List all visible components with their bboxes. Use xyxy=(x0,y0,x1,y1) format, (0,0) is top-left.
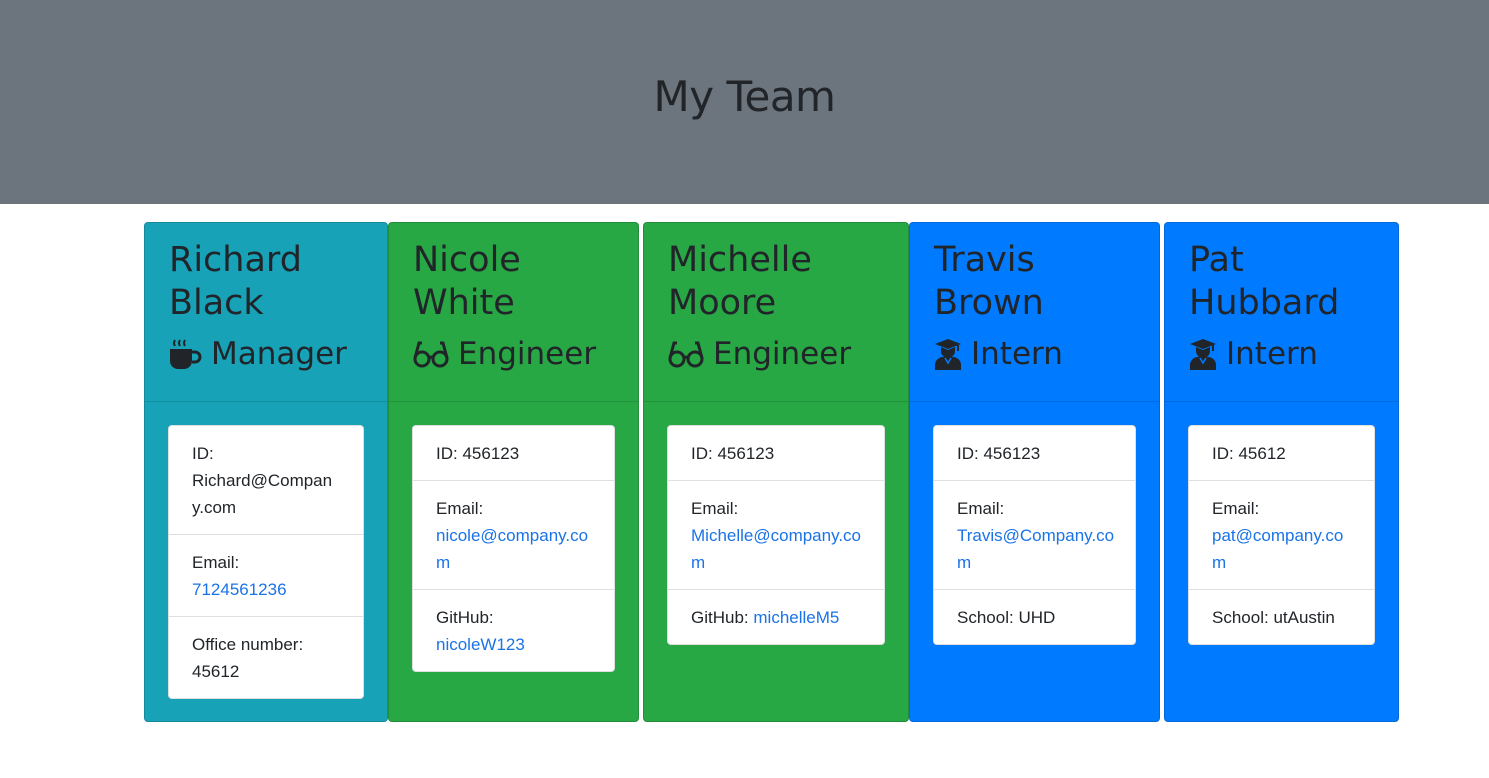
school-row: School: utAustin xyxy=(1189,590,1374,644)
employee-role: Intern xyxy=(934,336,1139,372)
employee-card-engineer: Nicole White Engineer ID: 456123 Email: n… xyxy=(388,222,639,722)
email-link[interactable]: 7124561236 xyxy=(192,580,287,599)
id-value: 456123 xyxy=(462,444,520,463)
github-row: GitHub: michelleM5 xyxy=(668,590,884,644)
office-number-label: Office number: xyxy=(192,635,304,654)
glasses-icon xyxy=(413,339,449,369)
employee-card-intern: Travis Brown Intern ID: 456123 Email: Tra… xyxy=(909,222,1160,722)
email-label: Email: xyxy=(192,553,240,572)
email-link[interactable]: nicole@company.com xyxy=(436,526,588,572)
employee-role: Manager xyxy=(169,336,367,372)
github-row: GitHub: nicoleW123 xyxy=(413,590,614,671)
employee-name: Pat Hubbard xyxy=(1189,240,1340,323)
github-label: GitHub: xyxy=(691,608,749,627)
card-header: Nicole White Engineer xyxy=(389,223,638,402)
email-label: Email: xyxy=(691,499,739,518)
page-header: My Team xyxy=(0,0,1489,204)
email-row: Email: Michelle@company.com xyxy=(668,481,884,590)
card-header: Michelle Moore Engineer xyxy=(644,223,908,402)
graduate-icon xyxy=(934,338,962,370)
card-body: ID: 456123 Email: Travis@Company.com Scho… xyxy=(910,402,1159,645)
github-label: GitHub: xyxy=(436,608,494,627)
email-label: Email: xyxy=(436,499,484,518)
id-row: ID: 45612 xyxy=(1189,426,1374,481)
id-value: 45612 xyxy=(1238,444,1286,463)
card-body: ID: 45612 Email: pat@company.com School: … xyxy=(1165,402,1398,645)
id-value: 456123 xyxy=(717,444,775,463)
email-label: Email: xyxy=(957,499,1005,518)
github-link[interactable]: michelleM5 xyxy=(753,608,839,627)
employee-name: Travis Brown xyxy=(934,240,1044,323)
id-label: ID: xyxy=(691,444,713,463)
employee-card-engineer: Michelle Moore Engineer ID: 456123 Email… xyxy=(643,222,909,722)
role-label: Manager xyxy=(211,336,347,372)
employee-card-intern: Pat Hubbard Intern ID: 45612 Email: pat@c… xyxy=(1164,222,1399,722)
glasses-icon xyxy=(668,339,704,369)
employee-details: ID: 456123 Email: nicole@company.com GitH… xyxy=(412,425,615,672)
employee-details: ID: Richard@Company.com Email: 7124561236 … xyxy=(168,425,364,699)
school-value: utAustin xyxy=(1273,608,1335,627)
github-link[interactable]: nicoleW123 xyxy=(436,635,525,654)
role-label: Intern xyxy=(1226,336,1318,372)
email-row: Email: nicole@company.com xyxy=(413,481,614,590)
id-label: ID: xyxy=(436,444,458,463)
role-label: Engineer xyxy=(713,336,852,372)
email-link[interactable]: pat@company.com xyxy=(1212,526,1343,572)
id-label: ID: xyxy=(1212,444,1234,463)
employee-details: ID: 456123 Email: Michelle@company.com Gi… xyxy=(667,425,885,645)
role-label: Intern xyxy=(971,336,1063,372)
page-title: My Team xyxy=(653,71,836,121)
employee-details: ID: 456123 Email: Travis@Company.com Scho… xyxy=(933,425,1136,645)
school-row: School: UHD xyxy=(934,590,1135,644)
school-label: School: xyxy=(957,608,1014,627)
school-label: School: xyxy=(1212,608,1269,627)
employee-name: Richard Black xyxy=(169,240,302,323)
office-number-row: Office number: 45612 xyxy=(169,617,363,698)
id-value: 456123 xyxy=(983,444,1041,463)
card-body: ID: Richard@Company.com Email: 7124561236 … xyxy=(145,402,387,699)
id-row: ID: Richard@Company.com xyxy=(169,426,363,535)
employee-role: Engineer xyxy=(668,336,888,372)
email-link[interactable]: Travis@Company.com xyxy=(957,526,1114,572)
id-value: Richard@Company.com xyxy=(192,471,333,517)
employee-name: Nicole White xyxy=(413,240,521,323)
id-label: ID: xyxy=(957,444,979,463)
coffee-mug-icon xyxy=(169,338,202,371)
id-label: ID: xyxy=(192,444,214,463)
card-header: Pat Hubbard Intern xyxy=(1165,223,1398,402)
employee-name: Michelle Moore xyxy=(668,240,812,323)
id-row: ID: 456123 xyxy=(668,426,884,481)
employee-role: Intern xyxy=(1189,336,1378,372)
card-header: Richard Black Manager xyxy=(145,223,387,402)
graduate-icon xyxy=(1189,338,1217,370)
office-number-value: 45612 xyxy=(192,662,240,681)
email-row: Email: 7124561236 xyxy=(169,535,363,617)
school-value: UHD xyxy=(1018,608,1056,627)
card-body: ID: 456123 Email: nicole@company.com GitH… xyxy=(389,402,638,672)
card-header: Travis Brown Intern xyxy=(910,223,1159,402)
role-label: Engineer xyxy=(458,336,597,372)
employee-details: ID: 45612 Email: pat@company.com School: … xyxy=(1188,425,1375,645)
id-row: ID: 456123 xyxy=(413,426,614,481)
email-link[interactable]: Michelle@company.com xyxy=(691,526,861,572)
email-row: Email: pat@company.com xyxy=(1189,481,1374,590)
email-row: Email: Travis@Company.com xyxy=(934,481,1135,590)
card-body: ID: 456123 Email: Michelle@company.com Gi… xyxy=(644,402,908,645)
email-label: Email: xyxy=(1212,499,1260,518)
employee-role: Engineer xyxy=(413,336,618,372)
employee-card-manager: Richard Black Manager ID: Richard@Company… xyxy=(144,222,388,722)
id-row: ID: 456123 xyxy=(934,426,1135,481)
